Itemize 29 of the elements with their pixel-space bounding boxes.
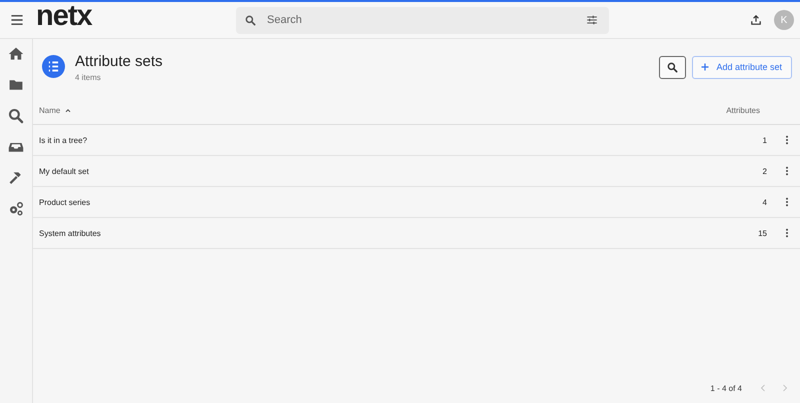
search-icon[interactable] [8,108,24,124]
table-cell-text: 4 [762,198,767,206]
table-cell-text: Is it in a tree? [39,136,88,144]
menu-icon[interactable] [10,13,24,27]
search-field[interactable]: Search [265,13,586,27]
search-icon [245,14,256,26]
upload-icon[interactable] [750,14,762,26]
column-header[interactable]: Attributes [726,106,760,115]
hammer-icon[interactable] [8,170,24,186]
logo[interactable]: netx [36,1,236,31]
table-cell-text: 15 [757,228,767,238]
page-range: 1 - 4 of 4 [710,384,742,392]
table-cell-text: System attributes [39,228,102,238]
table-cell-text: My default set [39,166,90,176]
filter-icon[interactable] [586,14,598,26]
column-header[interactable]: Name [39,106,726,115]
search-button[interactable] [659,56,686,78]
search-icon [667,62,678,72]
table-cell-text: 1 [762,136,767,144]
table-cell-text: Product series [39,198,92,206]
plus-icon [700,62,710,72]
item-count: 4 items [75,72,102,82]
folder-icon[interactable] [8,77,24,93]
table-cell-text: 2 [762,166,767,176]
page-title: Attribute sets [75,52,163,70]
list-icon [42,54,65,78]
add-button[interactable]: Add attribute set [692,56,792,78]
search-bar[interactable]: Search [236,6,609,34]
home-icon[interactable] [8,46,24,62]
